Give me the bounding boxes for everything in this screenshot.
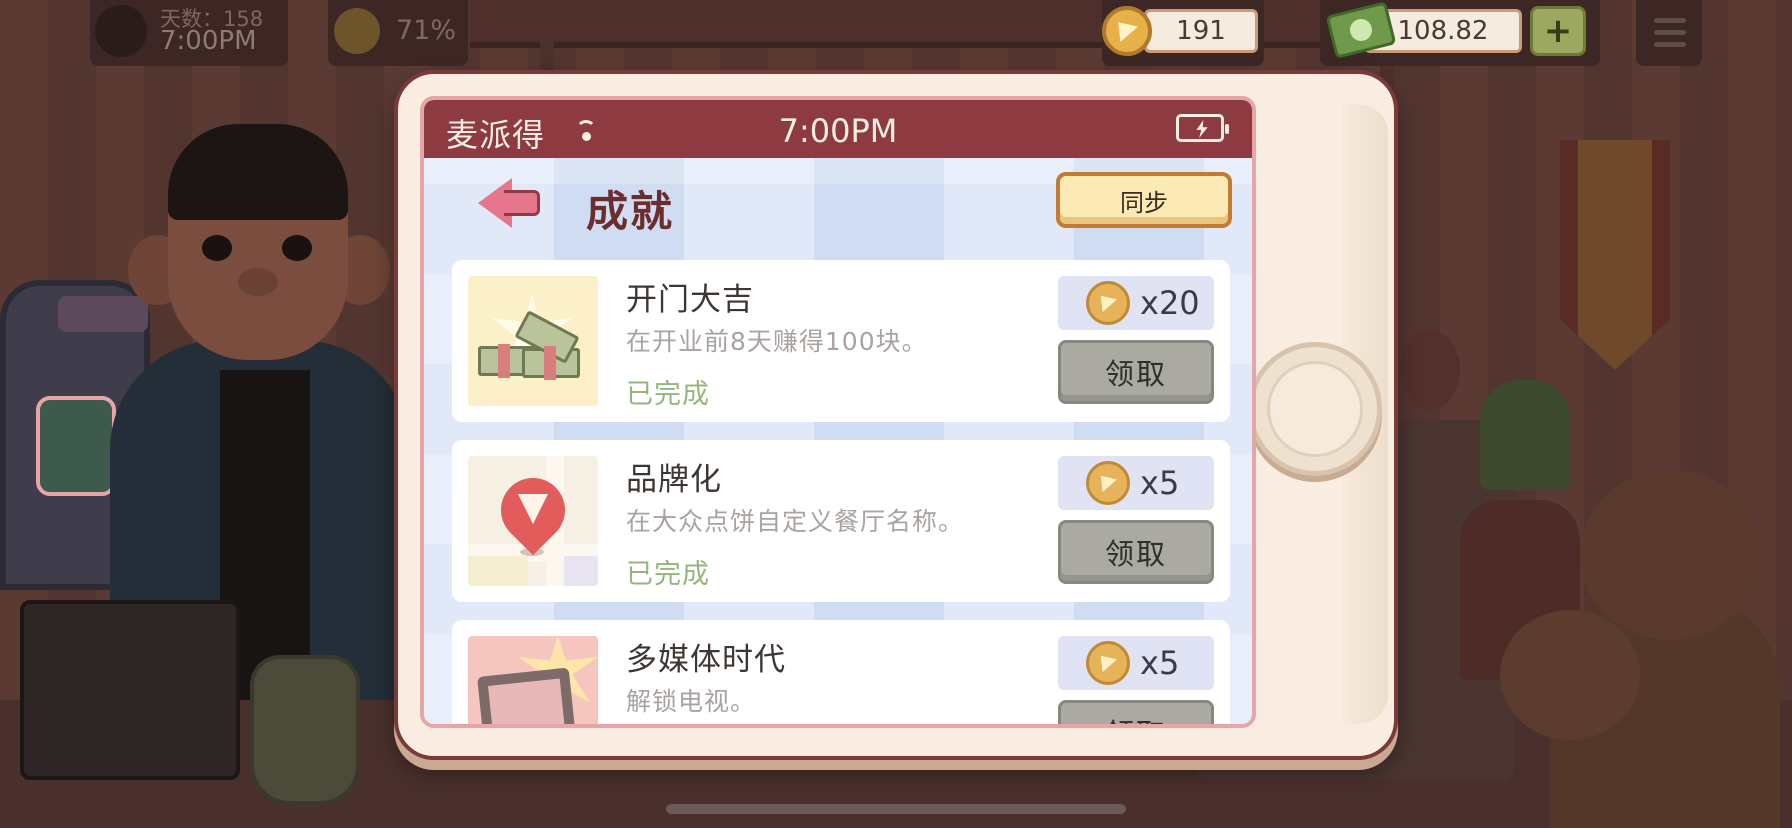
status-bar: 麦派得 7:00PM [424, 100, 1252, 158]
achievement-status: 已完成 [626, 379, 710, 410]
page-title: 成就 [586, 187, 675, 236]
achievement-card: 多媒体时代 解锁电视。 x5 领取 [452, 620, 1230, 724]
home-button[interactable] [1248, 342, 1382, 476]
coins-panel: 191 [1102, 0, 1264, 66]
bear-cub [1500, 610, 1640, 740]
reward-badge: x20 [1058, 276, 1214, 330]
achievement-name: 多媒体时代 [626, 642, 786, 678]
add-cash-button[interactable]: + [1530, 6, 1586, 56]
achievement-description: 在大众点饼自定义餐厅名称。 [626, 507, 965, 536]
arcade-screen [36, 396, 116, 496]
cash-register [20, 600, 240, 780]
customer-eye [202, 235, 232, 261]
achievement-description: 在开业前8天赚得100块。 [626, 327, 928, 356]
page-header: 成就 同步 [424, 158, 1252, 250]
smiley-face-icon [334, 8, 380, 54]
home-indicator[interactable] [666, 804, 1126, 814]
achievement-status: 已完成 [626, 559, 710, 590]
pizza-coin-icon [1086, 641, 1130, 685]
customer-nose [238, 268, 278, 296]
satisfaction-percent: 71% [396, 15, 457, 46]
bear-head [1580, 470, 1760, 640]
reward-quantity: x20 [1140, 284, 1200, 322]
pizza-coin-icon [1086, 461, 1130, 505]
claim-button[interactable]: 领取 [1058, 700, 1214, 724]
status-bar-time: 7:00PM [778, 112, 898, 150]
achievement-card: 开门大吉 在开业前8天赚得100块。 已完成 x20 领取 [452, 260, 1230, 422]
hamburger-menu-icon [1654, 18, 1686, 23]
hamburger-menu-icon-line [1654, 30, 1686, 35]
day-time-panel: 天数：158 7:00PM [90, 0, 288, 66]
claim-button[interactable]: 领取 [1058, 520, 1214, 584]
pizza-coin-icon [1102, 6, 1152, 56]
map-pin-pizza-icon [468, 456, 598, 586]
reward-quantity: x5 [1140, 644, 1180, 682]
reward-quantity: x5 [1140, 464, 1180, 502]
game-time: 7:00PM [160, 26, 257, 56]
customer-eye [282, 235, 312, 261]
coins-amount: 191 [1144, 9, 1258, 53]
hamburger-menu-icon-line [1654, 42, 1686, 47]
gumball-machine [1400, 330, 1460, 410]
satisfaction-panel: 71% [328, 0, 468, 66]
achievement-name: 开门大吉 [626, 282, 754, 318]
tip-jar [250, 655, 360, 805]
tablet-device: 麦派得 7:00PM 成就 同步 开门大吉 在开业前8天赚得100块。 已完成 … [394, 70, 1398, 760]
battery-charging-icon [1176, 114, 1229, 142]
cash-stack-icon [468, 276, 598, 406]
reward-badge: x5 [1058, 456, 1214, 510]
banner-stripe [1578, 140, 1652, 370]
back-button[interactable] [475, 175, 540, 231]
pizza-coin-icon [1086, 281, 1130, 325]
tv-icon [468, 636, 598, 724]
achievement-description: 解锁电视。 [626, 687, 757, 716]
customer-hair [168, 124, 348, 220]
bear-characters [1500, 470, 1780, 828]
cash-panel: 108.82 + [1320, 0, 1600, 66]
claim-button[interactable]: 领取 [1058, 340, 1214, 404]
achievement-card: 品牌化 在大众点饼自定义餐厅名称。 已完成 x5 领取 [452, 440, 1230, 602]
menu-button[interactable] [1636, 0, 1702, 66]
sync-button[interactable]: 同步 [1056, 172, 1232, 228]
reward-badge: x5 [1058, 636, 1214, 690]
tablet-screen: 麦派得 7:00PM 成就 同步 开门大吉 在开业前8天赚得100块。 已完成 … [420, 96, 1256, 728]
achievement-list[interactable]: 开门大吉 在开业前8天赚得100块。 已完成 x20 领取 品牌化 在大众点饼自… [452, 260, 1230, 724]
sun-icon [100, 10, 142, 52]
achievement-name: 品牌化 [626, 462, 722, 498]
back-arrow-shaft [504, 190, 540, 216]
